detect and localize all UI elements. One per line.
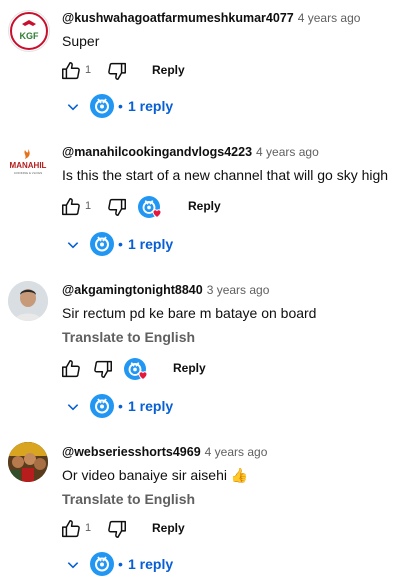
bullet-dot: • xyxy=(118,398,123,414)
author-name[interactable]: @webseriesshorts4969 xyxy=(62,445,201,459)
comment-actions: 1 Reply xyxy=(60,60,400,84)
author-name[interactable]: @kushwahagoatfarmumeshkumar4077 xyxy=(62,11,294,25)
bullet-dot: • xyxy=(118,98,123,114)
comment-header: @akgamingtonight8840 3 years ago xyxy=(62,283,269,297)
replies-count: 1 reply xyxy=(128,556,174,572)
person-photo-icon xyxy=(8,281,48,321)
like-icon[interactable] xyxy=(60,358,82,380)
like-icon[interactable] xyxy=(60,518,82,540)
svg-text:COOKING & VLOGS: COOKING & VLOGS xyxy=(14,171,42,175)
chevron-down-icon xyxy=(67,404,79,411)
like-count: 1 xyxy=(85,64,92,76)
translate-button[interactable]: Translate to English xyxy=(62,329,195,345)
comment-time[interactable]: 4 years ago xyxy=(298,11,361,25)
dislike-icon[interactable] xyxy=(106,196,128,218)
comment-text: Sir rectum pd ke bare m bataye on board xyxy=(62,305,317,321)
kgf-logo-icon: KGF xyxy=(10,12,48,50)
like-icon[interactable] xyxy=(60,196,82,218)
heart-icon xyxy=(152,209,162,219)
chevron-down-icon xyxy=(67,242,79,249)
creator-avatar-icon xyxy=(90,94,114,118)
dislike-icon[interactable] xyxy=(106,60,128,82)
replies-count: 1 reply xyxy=(128,98,174,114)
reply-button[interactable]: Reply xyxy=(188,199,221,213)
like-count: 1 xyxy=(85,200,92,212)
avatar[interactable] xyxy=(8,442,48,482)
creator-avatar-icon xyxy=(90,552,114,576)
replies-count: 1 reply xyxy=(128,236,174,252)
creator-avatar-icon xyxy=(90,232,114,256)
manahil-logo-icon: MANAHIL COOKING & VLOGS xyxy=(10,149,47,175)
comment-header: @manahilcookingandvlogs4223 4 years ago xyxy=(62,145,319,159)
bullet-dot: • xyxy=(118,236,123,252)
group-photo-icon xyxy=(8,442,48,482)
svg-text:MANAHIL: MANAHIL xyxy=(10,161,47,170)
avatar[interactable] xyxy=(8,281,48,321)
creator-avatar-icon xyxy=(90,394,114,418)
author-name[interactable]: @manahilcookingandvlogs4223 xyxy=(62,145,252,159)
comment-actions: 1 Reply xyxy=(60,196,400,220)
heart-icon xyxy=(138,371,148,381)
reply-button[interactable]: Reply xyxy=(173,361,206,375)
translate-button[interactable]: Translate to English xyxy=(62,491,195,507)
chevron-down-icon xyxy=(67,104,79,111)
comment-actions: 1 Reply xyxy=(60,518,400,542)
svg-text:KGF: KGF xyxy=(20,31,40,41)
comment-text: Is this the start of a new channel that … xyxy=(62,167,389,183)
comment-header: @kushwahagoatfarmumeshkumar4077 4 years a… xyxy=(62,11,360,25)
view-replies-button[interactable]: • 1 reply xyxy=(62,552,262,578)
replies-count: 1 reply xyxy=(128,398,174,414)
view-replies-button[interactable]: • 1 reply xyxy=(62,232,262,258)
dislike-icon[interactable] xyxy=(106,518,128,540)
reply-button[interactable]: Reply xyxy=(152,521,185,535)
view-replies-button[interactable]: • 1 reply xyxy=(62,394,262,420)
avatar[interactable]: KGF xyxy=(8,10,50,52)
comment-text: Super xyxy=(62,33,100,49)
avatar[interactable]: MANAHIL COOKING & VLOGS xyxy=(8,144,48,184)
thumbs-up-emoji-icon: 👍 xyxy=(230,467,249,483)
author-name[interactable]: @akgamingtonight8840 xyxy=(62,283,203,297)
bullet-dot: • xyxy=(118,556,123,572)
comment-time[interactable]: 4 years ago xyxy=(205,445,268,459)
comment-text: Or video banaiye sir aisehi 👍 xyxy=(62,467,248,484)
comment-actions: Reply xyxy=(60,358,400,382)
chevron-down-icon xyxy=(67,562,79,569)
view-replies-button[interactable]: • 1 reply xyxy=(62,94,262,120)
comment-text-body: Or video banaiye sir aisehi xyxy=(62,467,227,483)
dislike-icon[interactable] xyxy=(92,358,114,380)
like-icon[interactable] xyxy=(60,60,82,82)
comment-time[interactable]: 4 years ago xyxy=(256,145,319,159)
comment-header: @webseriesshorts4969 4 years ago xyxy=(62,445,267,459)
like-count: 1 xyxy=(85,522,92,534)
reply-button[interactable]: Reply xyxy=(152,63,185,77)
comment-time[interactable]: 3 years ago xyxy=(207,283,270,297)
